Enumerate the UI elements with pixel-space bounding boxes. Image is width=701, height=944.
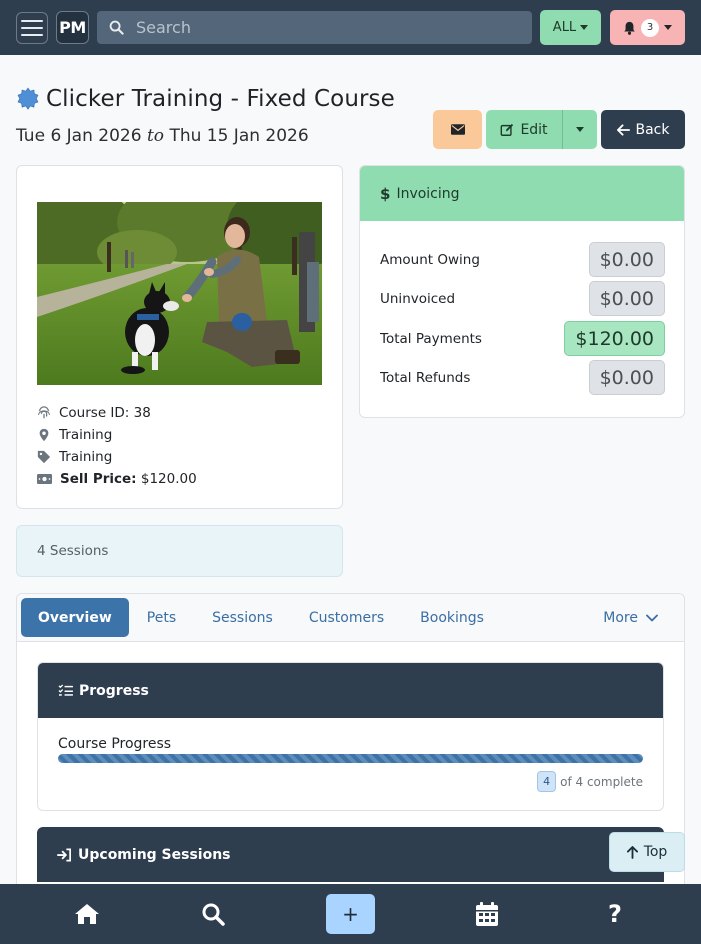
sign-in-icon: [57, 848, 71, 861]
course-image: [37, 202, 322, 385]
map-pin-icon: [39, 428, 49, 442]
search-input[interactable]: [136, 18, 516, 37]
completed-count-badge: 4: [537, 771, 557, 792]
nav-search-button[interactable]: [193, 884, 233, 944]
nav-add-button[interactable]: +: [326, 884, 375, 944]
invoicing-title: Invoicing: [396, 185, 460, 202]
chevron-down-icon: [646, 614, 658, 621]
checklist-icon: [58, 684, 73, 696]
filter-all-dropdown[interactable]: ALL: [540, 10, 601, 45]
badge-icon: [17, 87, 39, 110]
upcoming-sessions-header: Upcoming Sessions: [37, 827, 664, 882]
action-buttons: Edit Back: [433, 110, 685, 149]
edit-dropdown-toggle[interactable]: [563, 110, 597, 149]
filter-label: ALL: [552, 20, 577, 35]
progress-label: Course Progress: [58, 736, 172, 752]
invoicing-header: $ Invoicing: [360, 166, 684, 221]
progress-count: 4 of 4 complete: [537, 771, 643, 792]
category-item: Training: [37, 446, 197, 468]
edit-icon: [501, 123, 514, 136]
tag-icon: [37, 450, 51, 464]
progress-card: Progress Course Progress 4 of 4 complete: [37, 662, 664, 811]
amount-badge: $120.00: [564, 321, 665, 356]
sell-price-item: Sell Price: $120.00: [37, 468, 197, 490]
amount-badge: $0.00: [588, 242, 665, 277]
search-bar[interactable]: [97, 11, 532, 44]
progress-total-text: of 4 complete: [560, 774, 643, 789]
amount-badge: $0.00: [588, 281, 665, 316]
scroll-top-label: Top: [643, 844, 668, 860]
tab-more[interactable]: More: [585, 598, 676, 637]
date-separator: to: [146, 126, 165, 146]
scroll-top-button[interactable]: Top: [609, 832, 685, 872]
course-meta-list: Course ID: 38 Training Training Sell Pri…: [37, 402, 197, 490]
chevron-down-icon: [576, 127, 584, 132]
sell-price-label: Sell Price:: [60, 471, 137, 487]
tab-sessions[interactable]: Sessions: [194, 598, 291, 637]
bell-icon: [624, 21, 635, 35]
back-button[interactable]: Back: [601, 110, 685, 149]
location-value: Training: [59, 427, 113, 443]
upcoming-sessions-title: Upcoming Sessions: [78, 846, 231, 863]
location-item: Training: [37, 424, 197, 446]
search-icon: [202, 903, 225, 926]
page-title: Clicker Training - Fixed Course: [16, 86, 395, 112]
progress-title: Progress: [79, 682, 149, 699]
tab-bar: Overview Pets Sessions Customers Booking…: [17, 594, 684, 642]
edit-split-button: Edit: [486, 110, 597, 149]
sell-price-value: $120.00: [140, 471, 197, 487]
course-dates: Tue 6 Jan 2026 to Thu 15 Jan 2026: [16, 126, 309, 146]
notification-count-badge: 3: [641, 18, 659, 37]
notifications-button[interactable]: 3: [610, 10, 685, 45]
tab-bookings[interactable]: Bookings: [402, 598, 502, 637]
nav-home-button[interactable]: [67, 884, 107, 944]
question-icon: ?: [608, 900, 622, 928]
email-button[interactable]: [433, 110, 482, 149]
course-title: Clicker Training - Fixed Course: [46, 86, 395, 112]
progress-bar-fill: [58, 754, 643, 763]
tab-overview[interactable]: Overview: [21, 598, 129, 637]
progress-bar: [58, 754, 643, 763]
fingerprint-icon: [37, 406, 51, 419]
hamburger-icon: [21, 19, 43, 22]
arrow-left-icon: [616, 123, 630, 136]
back-label: Back: [635, 121, 670, 138]
sessions-summary: 4 Sessions: [16, 525, 343, 577]
chevron-down-icon: [580, 25, 589, 30]
course-info-card: Course ID: 38 Training Training Sell Pri…: [16, 165, 343, 509]
invoice-row-amount-owing: Amount Owing $0.00: [380, 242, 665, 277]
dollar-icon: $: [380, 184, 391, 203]
calendar-icon: [476, 902, 498, 926]
tab-customers[interactable]: Customers: [291, 598, 402, 637]
invoice-row-uninvoiced: Uninvoiced $0.00: [380, 281, 665, 316]
edit-button[interactable]: Edit: [486, 110, 563, 149]
home-icon: [75, 904, 99, 924]
chevron-down-icon: [664, 25, 672, 30]
money-icon: [37, 474, 52, 484]
nav-help-button[interactable]: ?: [595, 884, 635, 944]
category-value: Training: [59, 449, 113, 465]
arrow-up-icon: [626, 845, 638, 859]
bottom-navbar: + ?: [0, 884, 701, 944]
envelope-icon: [450, 124, 465, 135]
progress-header: Progress: [38, 663, 663, 718]
amount-badge: $0.00: [588, 360, 665, 395]
menu-toggle-button[interactable]: [16, 11, 48, 44]
plus-icon: +: [326, 894, 375, 934]
nav-calendar-button[interactable]: [467, 884, 507, 944]
course-tabs-panel: Overview Pets Sessions Customers Booking…: [16, 593, 685, 893]
top-navbar: PM ALL 3: [0, 0, 701, 55]
edit-label: Edit: [520, 121, 548, 138]
tab-pets[interactable]: Pets: [129, 598, 194, 637]
start-date: Tue 6 Jan 2026: [16, 126, 142, 146]
invoice-row-total-payments: Total Payments $120.00: [380, 321, 665, 356]
course-id-item: Course ID: 38: [37, 402, 197, 424]
invoicing-card: $ Invoicing Amount Owing $0.00 Uninvoice…: [359, 165, 685, 418]
invoice-row-total-refunds: Total Refunds $0.00: [380, 360, 665, 395]
end-date: Thu 15 Jan 2026: [169, 126, 309, 146]
app-logo[interactable]: PM: [56, 11, 89, 44]
course-id: Course ID: 38: [59, 405, 151, 421]
search-icon: [109, 20, 124, 35]
